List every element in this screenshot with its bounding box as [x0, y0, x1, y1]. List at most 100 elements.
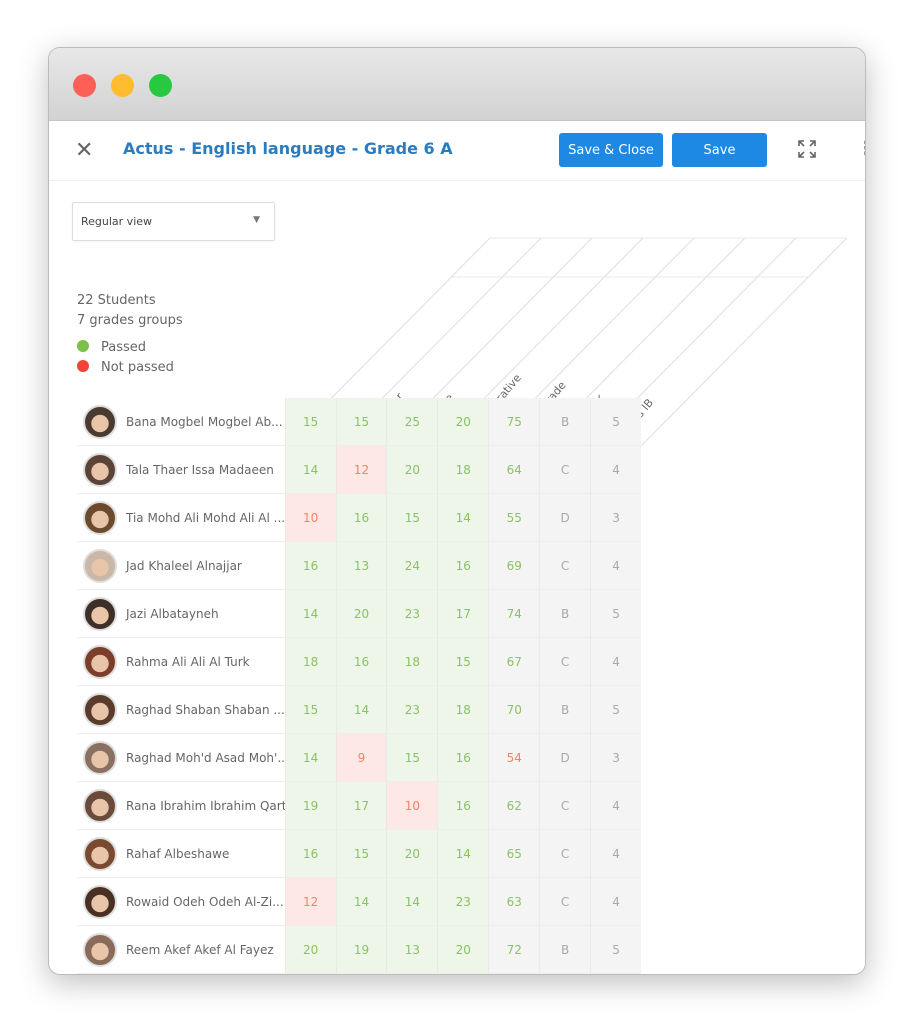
grade-cell[interactable]: 20 [386, 830, 438, 877]
grade-cell[interactable]: 14 [335, 878, 387, 925]
grade-cell[interactable]: 5 [590, 926, 641, 973]
grade-cell[interactable]: 9 [335, 734, 387, 781]
grade-cell[interactable]: 12 [335, 446, 387, 493]
grade-cell[interactable]: 20 [284, 926, 336, 973]
grade-cell[interactable]: 20 [386, 446, 438, 493]
grade-cell[interactable]: 5 [590, 398, 641, 445]
grade-cell[interactable]: B [539, 686, 591, 733]
grade-cell[interactable]: 4 [590, 830, 641, 877]
grade-cell[interactable]: 63 [488, 878, 540, 925]
student-row[interactable]: Jazi Albatayneh 14 20 23 17 74 B 5 [77, 590, 641, 638]
grade-cell[interactable]: 64 [488, 446, 540, 493]
grade-cell[interactable]: 16 [335, 638, 387, 685]
grade-cell[interactable]: 17 [437, 590, 489, 637]
grade-cell[interactable]: 69 [488, 542, 540, 589]
close-window-button[interactable] [73, 74, 96, 97]
grade-cell[interactable]: C [539, 830, 591, 877]
grade-cell[interactable]: 17 [335, 782, 387, 829]
grade-cell[interactable]: 15 [386, 734, 438, 781]
student-name-cell[interactable]: Rahma Ali Ali Al Turk [77, 638, 285, 685]
student-row[interactable]: Raghad Shaban Shaban ... 15 14 23 18 70 B 5 [77, 686, 641, 734]
save-close-button[interactable]: Save & Close [559, 133, 663, 167]
grade-cell[interactable]: 15 [335, 830, 387, 877]
grade-cell[interactable]: 62 [488, 782, 540, 829]
grade-cell[interactable]: 14 [437, 830, 489, 877]
grade-cell[interactable]: 23 [386, 590, 438, 637]
grade-cell[interactable]: 19 [335, 926, 387, 973]
student-row[interactable]: Rahma Ali Ali Al Turk 18 16 18 15 67 C 4 [77, 638, 641, 686]
grade-cell[interactable]: 4 [590, 446, 641, 493]
grade-cell[interactable]: D [539, 494, 591, 541]
student-name-cell[interactable]: Raghad Moh'd Asad Moh'... [77, 734, 285, 781]
grade-cell[interactable]: 72 [488, 926, 540, 973]
save-button[interactable]: Save [672, 133, 767, 167]
minimize-window-button[interactable] [111, 74, 134, 97]
grade-cell[interactable]: 4 [590, 638, 641, 685]
student-name-cell[interactable]: Jad Khaleel Alnajjar [77, 542, 285, 589]
grade-cell[interactable]: 3 [590, 734, 641, 781]
grade-cell[interactable]: 18 [437, 446, 489, 493]
grade-cell[interactable]: 19 [284, 782, 336, 829]
grade-cell[interactable]: 23 [386, 686, 438, 733]
student-name-cell[interactable]: Rowaid Odeh Odeh Al-Zi... [77, 878, 285, 925]
grade-cell[interactable]: 13 [386, 926, 438, 973]
maximize-window-button[interactable] [149, 74, 172, 97]
grade-cell[interactable]: 16 [284, 542, 336, 589]
grade-cell[interactable]: 20 [335, 590, 387, 637]
grade-cell[interactable]: C [539, 446, 591, 493]
grade-cell[interactable]: 4 [590, 878, 641, 925]
student-name-cell[interactable]: Raghad Shaban Shaban ... [77, 686, 285, 733]
student-name-cell[interactable]: Reem Akef Akef Al Fayez [77, 926, 285, 973]
student-row[interactable]: Reem Akef Akef Al Fayez 20 19 13 20 72 B 5 [77, 926, 641, 974]
close-icon[interactable]: ✕ [75, 138, 93, 163]
student-row[interactable]: Tala Thaer Issa Madaeen 14 12 20 18 64 C 4 [77, 446, 641, 494]
grade-cell[interactable]: 15 [284, 686, 336, 733]
grade-cell[interactable]: 10 [386, 782, 438, 829]
grade-cell[interactable]: 15 [437, 638, 489, 685]
grade-cell[interactable]: 15 [284, 398, 336, 445]
grade-cell[interactable]: 23 [437, 878, 489, 925]
grade-cell[interactable]: C [539, 542, 591, 589]
student-row[interactable]: Bana Mogbel Mogbel Ab... 15 15 25 20 75 B 5 [77, 398, 641, 446]
student-name-cell[interactable]: Rana Ibrahim Ibrahim Qart [77, 782, 285, 829]
fullscreen-icon[interactable] [797, 139, 819, 161]
grade-cell[interactable]: 13 [335, 542, 387, 589]
grade-cell[interactable]: 20 [437, 398, 489, 445]
grade-cell[interactable]: 75 [488, 398, 540, 445]
grade-cell[interactable]: 4 [590, 782, 641, 829]
grade-cell[interactable]: C [539, 638, 591, 685]
grade-cell[interactable]: 55 [488, 494, 540, 541]
student-row[interactable]: Rahaf Albeshawe 16 15 20 14 65 C 4 [77, 830, 641, 878]
grade-cell[interactable]: 54 [488, 734, 540, 781]
student-row[interactable]: Raghad Moh'd Asad Moh'... 14 9 15 16 54 D 3 [77, 734, 641, 782]
grade-cell[interactable]: 16 [335, 494, 387, 541]
grade-cell[interactable]: C [539, 878, 591, 925]
grade-cell[interactable]: 16 [284, 830, 336, 877]
grade-cell[interactable]: 5 [590, 590, 641, 637]
grade-cell[interactable]: 65 [488, 830, 540, 877]
grade-cell[interactable]: 16 [437, 542, 489, 589]
grade-cell[interactable]: 14 [437, 494, 489, 541]
grade-cell[interactable]: B [539, 590, 591, 637]
grade-cell[interactable]: 12 [284, 878, 336, 925]
grade-cell[interactable]: B [539, 926, 591, 973]
student-name-cell[interactable]: Tala Thaer Issa Madaeen [77, 446, 285, 493]
grade-cell[interactable]: 18 [284, 638, 336, 685]
grade-cell[interactable]: 5 [590, 686, 641, 733]
student-row[interactable]: Tia Mohd Ali Mohd Ali Al ... 10 16 15 14 55 D 3 [77, 494, 641, 542]
student-name-cell[interactable]: Bana Mogbel Mogbel Ab... [77, 398, 285, 445]
grade-cell[interactable]: 18 [386, 638, 438, 685]
grade-cell[interactable]: D [539, 734, 591, 781]
student-name-cell[interactable]: Rahaf Albeshawe [77, 830, 285, 877]
more-options-icon[interactable]: ⋮ [857, 138, 865, 159]
grade-cell[interactable]: B [539, 398, 591, 445]
grade-cell[interactable]: 25 [386, 398, 438, 445]
grade-cell[interactable]: 16 [437, 734, 489, 781]
student-name-cell[interactable]: Tia Mohd Ali Mohd Ali Al ... [77, 494, 285, 541]
grade-cell[interactable]: 4 [590, 542, 641, 589]
student-name-cell[interactable]: Jazi Albatayneh [77, 590, 285, 637]
grade-cell[interactable]: 24 [386, 542, 438, 589]
grade-cell[interactable]: 67 [488, 638, 540, 685]
student-row[interactable]: Jad Khaleel Alnajjar 16 13 24 16 69 C 4 [77, 542, 641, 590]
grade-cell[interactable]: 10 [284, 494, 336, 541]
